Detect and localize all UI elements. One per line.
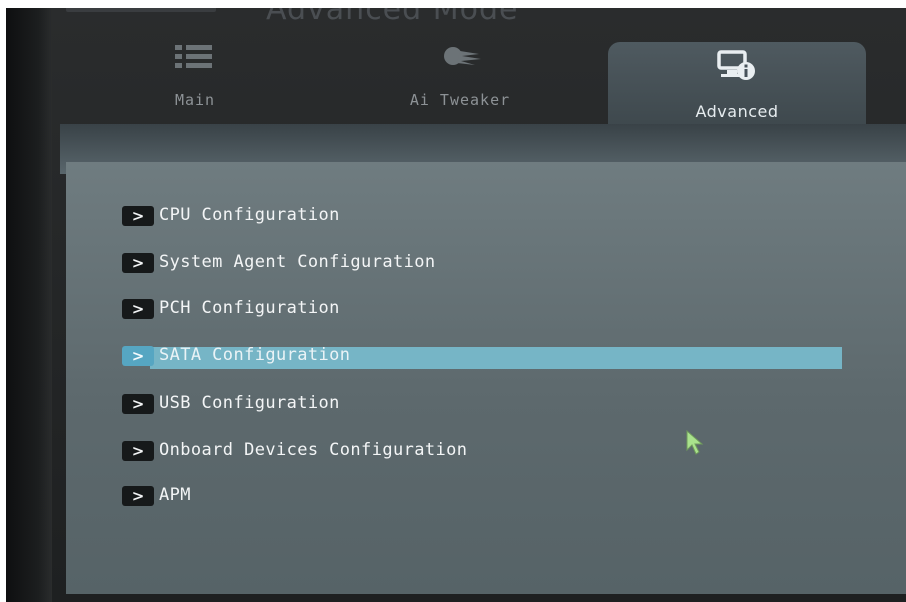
monitor-info-icon [715,48,759,86]
submenu-arrow-icon: > [122,206,154,226]
submenu-arrow-icon: > [122,253,154,273]
list-icon [172,42,218,76]
monitor-bezel-left [6,8,52,602]
content-panel [66,162,906,594]
tab-advanced-label: Advanced [695,102,779,121]
submenu-arrow-icon: > [122,441,154,461]
menu-item-label: System Agent Configuration [159,252,436,272]
submenu-arrow-icon: > [122,394,154,414]
menu-item-label: SATA Configuration [159,345,351,365]
submenu-arrow-icon: > [122,299,154,319]
tab-advanced[interactable]: Advanced [608,42,866,132]
header-title: Advanced Mode [266,8,519,27]
menu-item-label: APM [159,485,191,505]
tab-ai-tweaker-label: Ai Tweaker [409,91,511,109]
tab-main[interactable]: Main [120,36,270,132]
tab-main-label: Main [174,91,216,109]
submenu-arrow-icon: > [122,346,154,366]
mouse-pointer-icon [686,429,706,460]
header-logo [66,8,216,12]
menu-item-label: Onboard Devices Configuration [159,440,468,460]
menu-item-label: USB Configuration [159,393,340,413]
submenu-arrow-icon: > [122,486,154,506]
photo-frame: Advanced Mode Main Ai Tweaker Advanced >… [0,0,906,602]
tab-ai-tweaker[interactable]: Ai Tweaker [360,36,560,132]
menu-item-label: CPU Configuration [159,205,340,225]
comet-icon [435,42,485,76]
menu-item-label: PCH Configuration [159,298,340,318]
